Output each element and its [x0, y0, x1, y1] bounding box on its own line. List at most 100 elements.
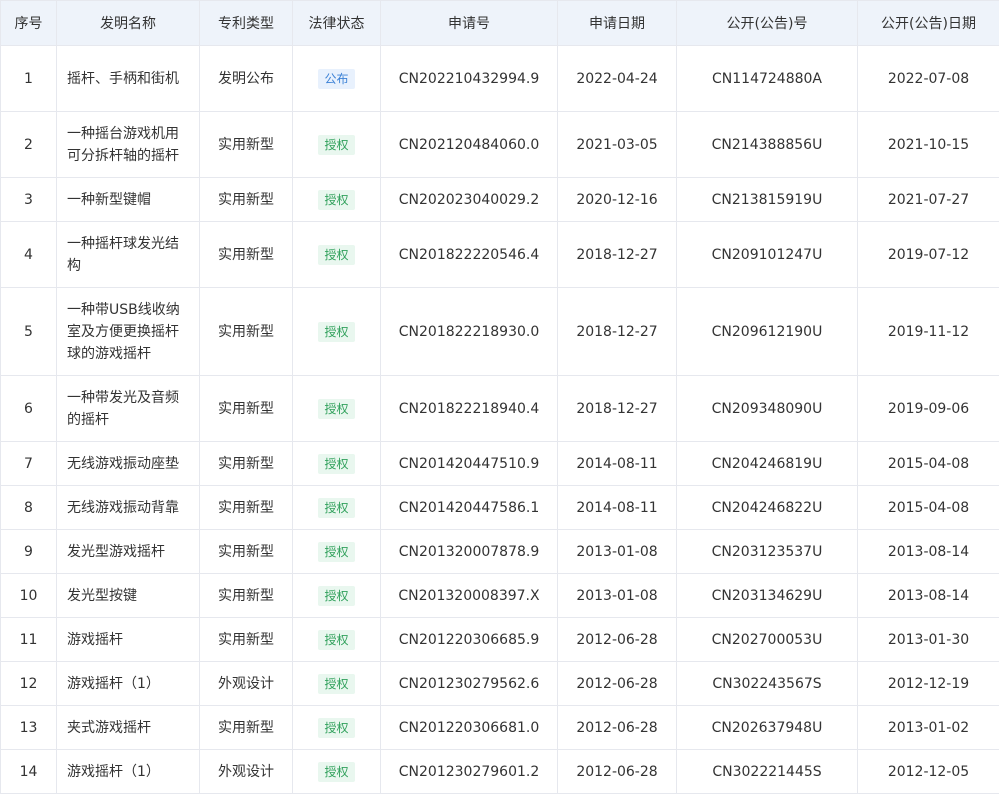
table-row[interactable]: 6一种带发光及音频的摇杆实用新型授权CN201822218940.42018-1… [1, 376, 999, 442]
publication-number[interactable]: CN204246819U [712, 456, 823, 472]
application-number-cell: CN201230279601.2 [381, 750, 558, 794]
patent-table: 序号 发明名称 专利类型 法律状态 申请号 申请日期 公开(公告)号 公开(公告… [0, 0, 999, 794]
publication-number-cell: CN203134629U [677, 574, 858, 618]
publication-number[interactable]: CN209348090U [712, 401, 823, 417]
publication-date: 2019-07-12 [888, 247, 969, 263]
publication-number[interactable]: CN114724880A [712, 71, 822, 87]
publication-number-cell: CN209101247U [677, 222, 858, 288]
table-row[interactable]: 7无线游戏振动座垫实用新型授权CN201420447510.92014-08-1… [1, 442, 999, 486]
table-row[interactable]: 4一种摇杆球发光结构实用新型授权CN201822220546.42018-12-… [1, 222, 999, 288]
application-number[interactable]: CN201220306685.9 [399, 632, 540, 648]
patent-name[interactable]: 发光型游戏摇杆 [67, 544, 165, 560]
application-number[interactable]: CN202023040029.2 [399, 192, 540, 208]
patent-name[interactable]: 摇杆、手柄和街机 [67, 71, 179, 87]
patent-type: 实用新型 [218, 247, 274, 263]
application-date-cell: 2018-12-27 [558, 222, 677, 288]
application-number[interactable]: CN201230279601.2 [399, 764, 540, 780]
legal-status-cell: 授权 [293, 442, 381, 486]
publication-number[interactable]: CN302243567S [712, 676, 821, 692]
publication-number[interactable]: CN204246822U [712, 500, 823, 516]
patent-name[interactable]: 一种新型键帽 [67, 192, 151, 208]
application-number[interactable]: CN201420447586.1 [399, 500, 540, 516]
row-index: 6 [24, 401, 33, 417]
table-row[interactable]: 13夹式游戏摇杆实用新型授权CN201220306681.02012-06-28… [1, 706, 999, 750]
table-row[interactable]: 1摇杆、手柄和街机发明公布公布CN202210432994.92022-04-2… [1, 46, 999, 112]
table-row[interactable]: 12游戏摇杆（1）外观设计授权CN201230279562.62012-06-2… [1, 662, 999, 706]
patent-type-cell: 实用新型 [200, 442, 293, 486]
patent-name[interactable]: 一种摇杆球发光结构 [67, 236, 179, 274]
patent-name[interactable]: 夹式游戏摇杆 [67, 720, 151, 736]
application-number[interactable]: CN202120484060.0 [399, 137, 540, 153]
row-index-cell: 10 [1, 574, 57, 618]
publication-number-cell: CN214388856U [677, 112, 858, 178]
application-number-cell: CN201320007878.9 [381, 530, 558, 574]
publication-number[interactable]: CN213815919U [712, 192, 823, 208]
table-row[interactable]: 2一种摇台游戏机用可分拆杆轴的摇杆实用新型授权CN202120484060.02… [1, 112, 999, 178]
patent-type: 实用新型 [218, 324, 274, 340]
patent-name-cell: 游戏摇杆（1） [57, 662, 200, 706]
publication-number[interactable]: CN214388856U [712, 137, 823, 153]
publication-number-cell: CN202637948U [677, 706, 858, 750]
status-badge: 授权 [318, 674, 354, 694]
application-number[interactable]: CN201230279562.6 [399, 676, 540, 692]
table-row[interactable]: 8无线游戏振动背靠实用新型授权CN201420447586.12014-08-1… [1, 486, 999, 530]
table-row[interactable]: 3一种新型键帽实用新型授权CN202023040029.22020-12-16C… [1, 178, 999, 222]
status-badge: 授权 [318, 399, 354, 419]
patent-name[interactable]: 一种带发光及音频的摇杆 [67, 390, 179, 428]
table-row[interactable]: 11游戏摇杆实用新型授权CN201220306685.92012-06-28CN… [1, 618, 999, 662]
patent-name-cell: 一种带USB线收纳室及方便更换摇杆球的游戏摇杆 [57, 288, 200, 376]
publication-number[interactable]: CN202700053U [712, 632, 823, 648]
patent-type: 实用新型 [218, 544, 274, 560]
application-date-cell: 2012-06-28 [558, 662, 677, 706]
row-index-cell: 7 [1, 442, 57, 486]
row-index-cell: 8 [1, 486, 57, 530]
column-header-application-date: 申请日期 [558, 1, 677, 46]
publication-date: 2019-09-06 [888, 401, 969, 417]
publication-number[interactable]: CN202637948U [712, 720, 823, 736]
application-number[interactable]: CN201822218930.0 [399, 324, 540, 340]
application-number[interactable]: CN202210432994.9 [399, 71, 540, 87]
patent-name[interactable]: 游戏摇杆（1） [67, 764, 160, 780]
patent-type-cell: 实用新型 [200, 222, 293, 288]
table-row[interactable]: 14游戏摇杆（1）外观设计授权CN201230279601.22012-06-2… [1, 750, 999, 794]
application-date: 2020-12-16 [576, 192, 657, 208]
publication-number-cell: CN204246822U [677, 486, 858, 530]
patent-type-cell: 实用新型 [200, 288, 293, 376]
publication-number[interactable]: CN203123537U [712, 544, 823, 560]
patent-name[interactable]: 游戏摇杆 [67, 632, 123, 648]
patent-name[interactable]: 无线游戏振动座垫 [67, 456, 179, 472]
table-row[interactable]: 5一种带USB线收纳室及方便更换摇杆球的游戏摇杆实用新型授权CN20182221… [1, 288, 999, 376]
application-number[interactable]: CN201320008397.X [398, 588, 539, 604]
application-date-cell: 2012-06-28 [558, 750, 677, 794]
patent-name[interactable]: 游戏摇杆（1） [67, 676, 160, 692]
publication-date-cell: 2015-04-08 [858, 442, 999, 486]
table-row[interactable]: 9发光型游戏摇杆实用新型授权CN201320007878.92013-01-08… [1, 530, 999, 574]
publication-date: 2021-10-15 [888, 137, 969, 153]
application-number-cell: CN201420447586.1 [381, 486, 558, 530]
application-number[interactable]: CN201420447510.9 [399, 456, 540, 472]
table-row[interactable]: 10发光型按键实用新型授权CN201320008397.X2013-01-08C… [1, 574, 999, 618]
publication-number[interactable]: CN302221445S [712, 764, 821, 780]
application-number[interactable]: CN201822220546.4 [399, 247, 540, 263]
row-index: 12 [20, 676, 38, 692]
publication-number-cell: CN204246819U [677, 442, 858, 486]
publication-number[interactable]: CN209101247U [712, 247, 823, 263]
patent-type-cell: 实用新型 [200, 178, 293, 222]
application-date-cell: 2018-12-27 [558, 288, 677, 376]
patent-name[interactable]: 发光型按键 [67, 588, 137, 604]
publication-date-cell: 2013-08-14 [858, 530, 999, 574]
application-date: 2018-12-27 [576, 247, 657, 263]
publication-number[interactable]: CN209612190U [712, 324, 823, 340]
patent-name-cell: 夹式游戏摇杆 [57, 706, 200, 750]
patent-name[interactable]: 一种带USB线收纳室及方便更换摇杆球的游戏摇杆 [67, 302, 180, 362]
application-number[interactable]: CN201320007878.9 [399, 544, 540, 560]
patent-name[interactable]: 一种摇台游戏机用可分拆杆轴的摇杆 [67, 126, 179, 164]
application-number[interactable]: CN201822218940.4 [399, 401, 540, 417]
application-number[interactable]: CN201220306681.0 [399, 720, 540, 736]
patent-name[interactable]: 无线游戏振动背靠 [67, 500, 179, 516]
application-number-cell: CN201220306685.9 [381, 618, 558, 662]
legal-status-cell: 授权 [293, 178, 381, 222]
publication-number[interactable]: CN203134629U [712, 588, 823, 604]
application-number-cell: CN201822218940.4 [381, 376, 558, 442]
application-date: 2018-12-27 [576, 324, 657, 340]
